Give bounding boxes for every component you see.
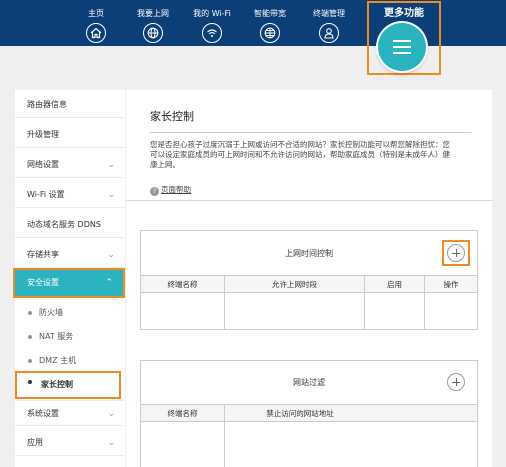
time-table-header: 终端名称 允许上网时段 启用 操作 bbox=[141, 275, 477, 293]
sidebar: 路由器信息 升级管理 网络设置 ⌄ Wi-Fi 设置 ⌄ 动态域名服务 DDNS… bbox=[13, 90, 125, 467]
table-cell bbox=[365, 293, 425, 329]
menu-icon[interactable] bbox=[378, 23, 426, 71]
more-features-highlight[interactable]: 更多功能 bbox=[367, 1, 441, 75]
help-icon: ? bbox=[150, 187, 159, 196]
sidebar-item-ddns[interactable]: 动态域名服务 DDNS bbox=[15, 212, 125, 238]
nav-internet-label: 我要上网 bbox=[137, 9, 169, 18]
page-help-link[interactable]: ? 页面帮助 bbox=[150, 184, 191, 196]
chevron-down-icon: ⌄ bbox=[107, 250, 115, 260]
sidebar-item-label: 动态域名服务 DDNS bbox=[27, 220, 101, 229]
sidebar-item-storage[interactable]: 存储共享 ⌄ bbox=[15, 242, 125, 268]
sidebar-item-label: 系统设置 bbox=[27, 409, 59, 418]
chevron-up-icon: ⌃ bbox=[105, 278, 113, 288]
home-icon bbox=[86, 23, 106, 43]
nav-home[interactable]: 主页 bbox=[66, 8, 126, 43]
globe-icon bbox=[143, 23, 163, 43]
sidebar-item-apps[interactable]: 应用 ⌄ bbox=[15, 430, 125, 456]
sidebar-item-system[interactable]: 系统设置 ⌄ bbox=[15, 400, 125, 426]
nav-bandwidth[interactable]: 智能带宽 bbox=[240, 8, 300, 43]
subitem-firewall[interactable]: 防火墙 bbox=[15, 302, 125, 324]
subitem-label: DMZ 主机 bbox=[39, 356, 77, 365]
subitem-label: 防火墙 bbox=[39, 308, 63, 317]
site-filter-panel: 网站过滤 终端名称 禁止访问的网站地址 bbox=[140, 360, 478, 467]
nav-wifi[interactable]: 我的 Wi-Fi bbox=[182, 8, 242, 43]
nav-bandwidth-label: 智能带宽 bbox=[254, 9, 286, 18]
bullet-icon bbox=[28, 359, 32, 363]
subitem-label: 家长控制 bbox=[41, 380, 73, 389]
sidebar-item-label: 网络设置 bbox=[27, 160, 59, 169]
title-divider bbox=[150, 132, 471, 133]
bullet-icon bbox=[28, 380, 32, 384]
col-header: 终端名称 bbox=[141, 276, 225, 293]
sidebar-item-security[interactable]: 安全设置 ⌃ bbox=[13, 268, 125, 298]
bandwidth-globe-icon bbox=[260, 23, 280, 43]
top-nav-bar: 主页 我要上网 我的 Wi-Fi 智能带宽 终端管理 更多功能 bbox=[0, 0, 506, 75]
bullet-icon bbox=[28, 311, 32, 315]
sidebar-item-router-info[interactable]: 路由器信息 bbox=[15, 92, 125, 118]
col-header: 启用 bbox=[365, 276, 425, 293]
more-features-label: 更多功能 bbox=[384, 8, 424, 19]
nav-wifi-label: 我的 Wi-Fi bbox=[193, 9, 231, 18]
nav-internet[interactable]: 我要上网 bbox=[123, 8, 183, 43]
add-time-rule-button[interactable] bbox=[447, 244, 465, 262]
site-filter-title: 网站过滤 bbox=[293, 378, 325, 387]
sidebar-item-label: 升级管理 bbox=[27, 130, 59, 139]
chevron-down-icon: ⌄ bbox=[107, 160, 115, 170]
sidebar-item-network[interactable]: 网络设置 ⌄ bbox=[15, 152, 125, 178]
col-header: 操作 bbox=[443, 280, 459, 289]
chevron-down-icon: ⌄ bbox=[107, 409, 115, 419]
subitem-nat[interactable]: NAT 服务 bbox=[15, 326, 125, 348]
page-title: 家长控制 bbox=[150, 110, 194, 123]
subitem-parental-control[interactable]: 家长控制 bbox=[15, 371, 121, 399]
col-header: 终端名称 bbox=[141, 405, 225, 422]
add-site-rule-button[interactable] bbox=[447, 373, 465, 391]
sidebar-item-wifi[interactable]: Wi-Fi 设置 ⌄ bbox=[15, 182, 125, 208]
sidebar-item-upgrade[interactable]: 升级管理 bbox=[15, 122, 125, 148]
nav-devices-label: 终端管理 bbox=[313, 9, 345, 18]
col-header: 禁止访问的网站地址 bbox=[266, 409, 334, 418]
sidebar-item-label: 路由器信息 bbox=[27, 100, 67, 109]
main-content: 家长控制 您是否担心孩子过度沉溺于上网或访问不合适的网站？家长控制功能可以帮您解… bbox=[126, 90, 492, 467]
time-control-title: 上网时间控制 bbox=[285, 249, 333, 258]
subitem-label: NAT 服务 bbox=[39, 332, 74, 341]
chevron-down-icon: ⌄ bbox=[107, 438, 115, 448]
page-help-label: 页面帮助 bbox=[161, 185, 191, 194]
user-icon bbox=[319, 23, 339, 43]
col-header: 允许上网时段 bbox=[225, 276, 365, 293]
sidebar-item-label: Wi-Fi 设置 bbox=[27, 190, 65, 199]
table-cell bbox=[141, 293, 225, 329]
table-cell bbox=[141, 422, 225, 467]
subitem-dmz[interactable]: DMZ 主机 bbox=[15, 350, 125, 372]
page-description: 您是否担心孩子过度沉溺于上网或访问不合适的网站？家长控制功能可以帮您解除担忧：您… bbox=[150, 140, 450, 169]
site-table-header: 终端名称 禁止访问的网站地址 bbox=[141, 404, 477, 422]
section-divider bbox=[126, 200, 492, 201]
sidebar-item-label: 应用 bbox=[27, 438, 43, 447]
sidebar-item-label: 存储共享 bbox=[27, 250, 59, 259]
table-cell bbox=[225, 293, 365, 329]
nav-home-label: 主页 bbox=[88, 9, 104, 18]
wifi-icon bbox=[202, 23, 222, 43]
time-control-panel: 上网时间控制 终端名称 允许上网时段 启用 操作 bbox=[140, 230, 478, 330]
bullet-icon bbox=[28, 335, 32, 339]
chevron-down-icon: ⌄ bbox=[107, 190, 115, 200]
sidebar-item-label: 安全设置 bbox=[27, 278, 59, 287]
nav-devices[interactable]: 终端管理 bbox=[299, 8, 359, 43]
